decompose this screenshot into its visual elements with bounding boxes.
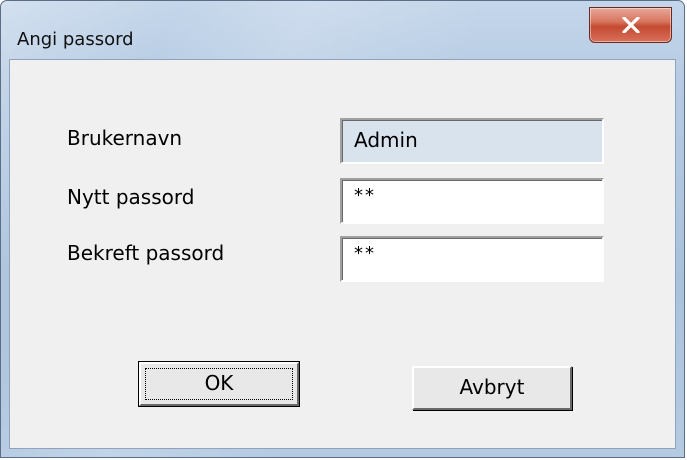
username-field[interactable]: Admin bbox=[340, 118, 604, 164]
window-title: Angi passord bbox=[17, 29, 134, 50]
dialog-window: Angi passord Brukernavn Admin Nytt passo… bbox=[0, 0, 685, 458]
new-password-field[interactable]: ** bbox=[340, 178, 604, 224]
confirm-password-field[interactable]: ** bbox=[340, 236, 604, 282]
title-bar[interactable]: Angi passord bbox=[1, 1, 684, 59]
new-password-label: Nytt passord bbox=[67, 185, 195, 209]
confirm-password-label: Bekreft passord bbox=[67, 241, 225, 265]
focus-rectangle bbox=[145, 368, 293, 400]
close-icon bbox=[622, 17, 640, 33]
ok-button[interactable]: OK bbox=[138, 361, 300, 407]
username-label: Brukernavn bbox=[67, 126, 183, 150]
close-button[interactable] bbox=[589, 7, 672, 43]
cancel-button-label: Avbryt bbox=[459, 375, 525, 399]
dialog-client-area: Brukernavn Admin Nytt passord ** Bekreft… bbox=[9, 59, 676, 449]
cancel-button[interactable]: Avbryt bbox=[412, 366, 572, 410]
